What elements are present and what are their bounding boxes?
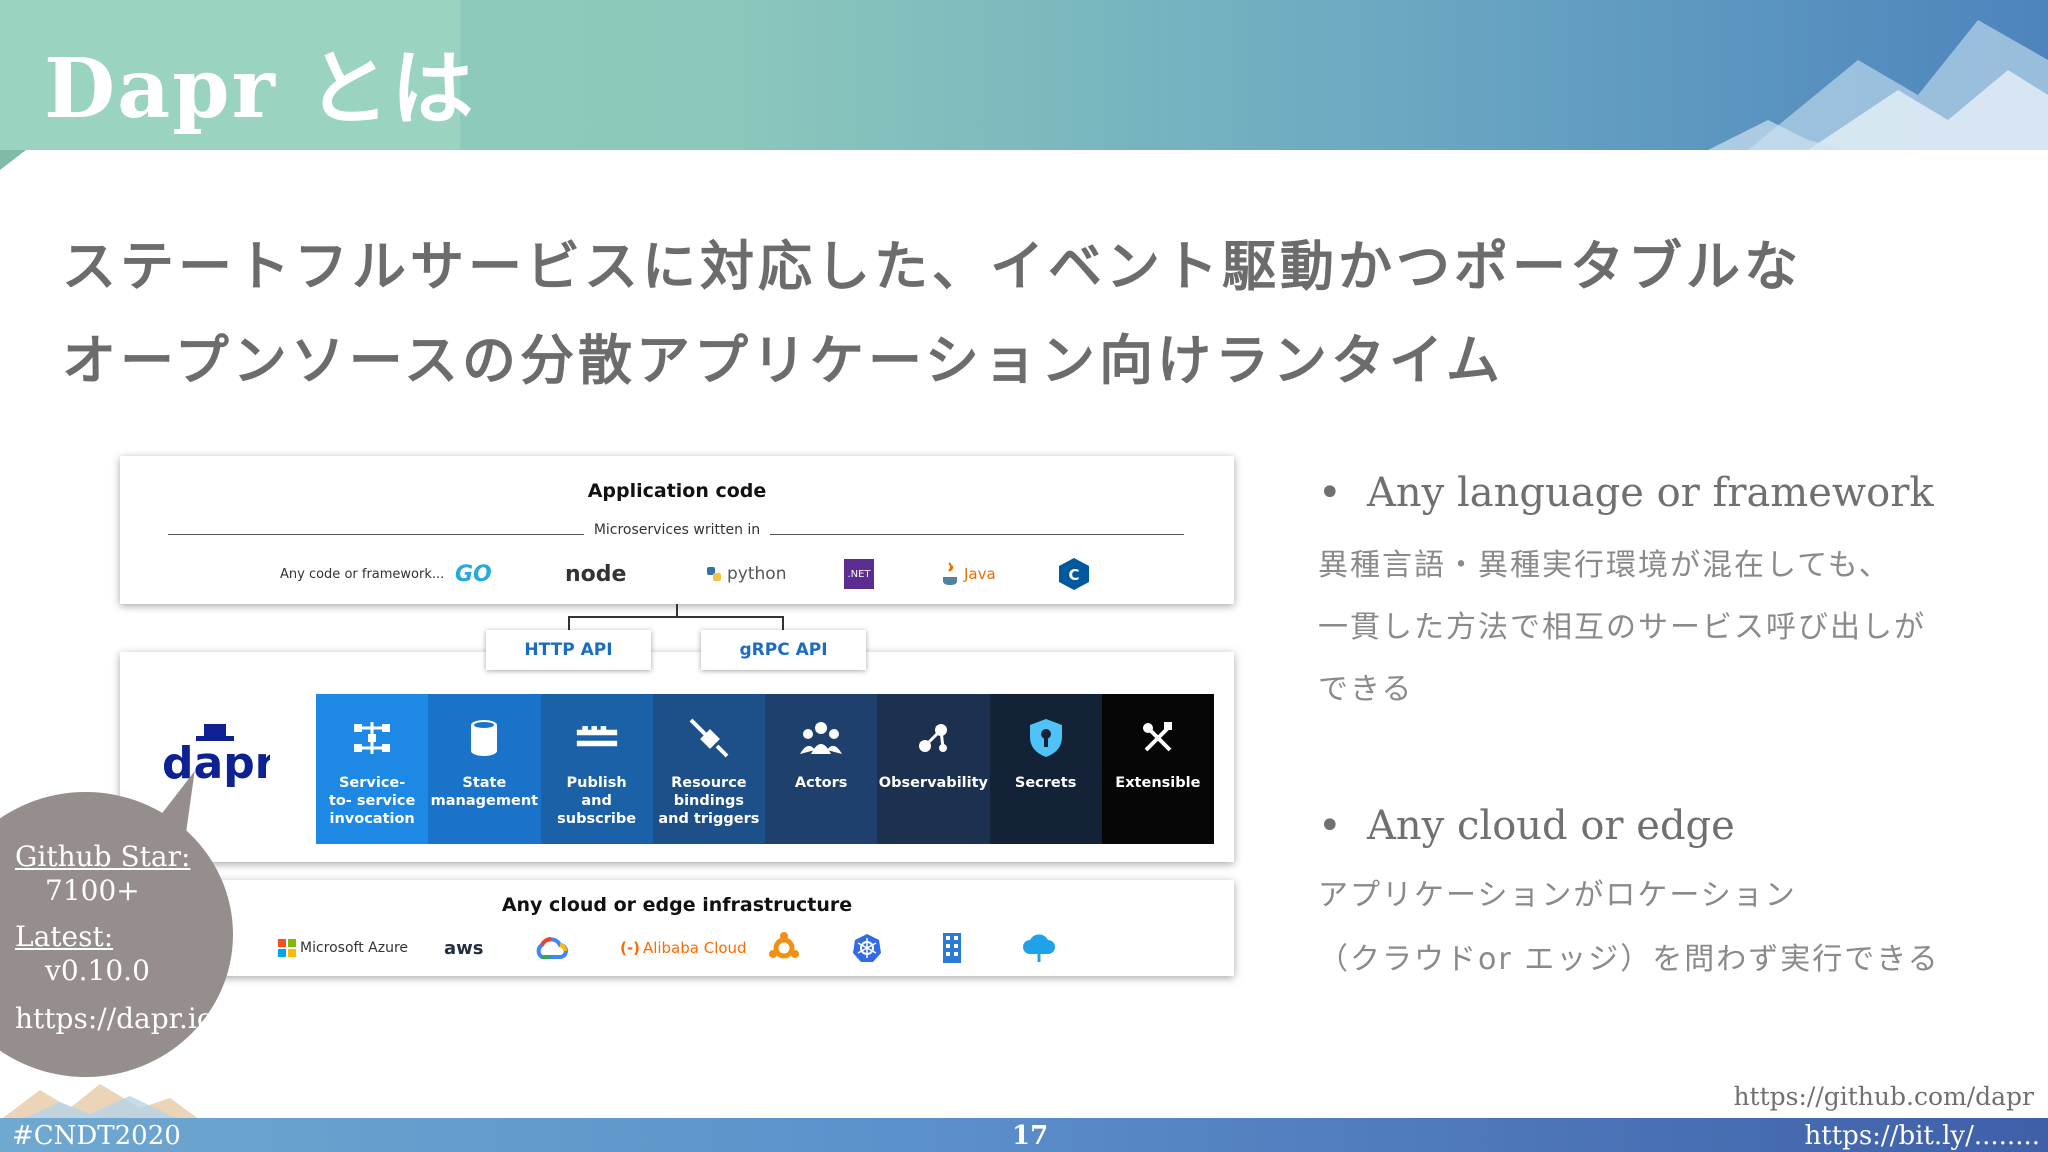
connector-bar [568, 616, 784, 618]
block-service-invocation: Service- to- service invocation [316, 694, 429, 844]
bottom-mountains-decoration [0, 1084, 200, 1120]
connector-stem [676, 604, 678, 616]
subtitle-line-1: ステートフルサービスに対応した、イベント駆動かつポータブルな [62, 235, 1802, 298]
kubernetes-icon [852, 930, 882, 966]
block-label: Service- to- service invocation [328, 775, 416, 827]
connector-right [782, 616, 784, 630]
application-code-title: Application code [587, 480, 767, 502]
hashtag: #CNDT2020 [12, 1121, 181, 1151]
building-blocks: Service- to- service invocation State ma… [316, 694, 1214, 844]
block-label: Resource bindings and triggers [658, 775, 760, 827]
block-state-management: State management [428, 694, 541, 844]
bullet-1-line-2: 一貫した方法で相互のサービス呼び出しが [1318, 610, 1926, 645]
dapr-url[interactable]: https://dapr.io/ [15, 1002, 223, 1035]
microservices-label: Microservices written in [120, 522, 1234, 538]
python-logo: python [705, 556, 786, 592]
block-label: Extensible [1115, 775, 1201, 791]
shield-icon [1024, 716, 1068, 760]
slide-title: Dapr とは [44, 41, 476, 137]
aws-logo: aws [444, 937, 484, 959]
building-icon [942, 930, 962, 966]
cpp-icon: C [1059, 558, 1089, 590]
short-url[interactable]: https://bit.ly/........ [1805, 1121, 2040, 1151]
java-logo: Java [940, 556, 996, 592]
language-logos: Any code or framework... GO node python … [120, 556, 1234, 592]
any-code-label: Any code or framework... [280, 566, 445, 582]
helm-icon [768, 930, 800, 966]
bullet-2-line-1: アプリケーションがロケーション [1318, 878, 1797, 913]
block-label: Publish and subscribe [557, 775, 637, 827]
go-logo: GO [455, 561, 492, 587]
connector-left [568, 616, 570, 630]
block-observability: Observability [877, 694, 990, 844]
block-extensible: Extensible [1101, 694, 1214, 844]
latest-version: v0.10.0 [45, 954, 150, 987]
application-code-card: Application code Microservices written i… [120, 456, 1234, 604]
block-label: Actors [794, 775, 848, 791]
people-icon [799, 716, 843, 760]
observability-icon [911, 716, 955, 760]
block-publish-subscribe: Publish and subscribe [540, 694, 653, 844]
google-cloud-icon [534, 930, 568, 966]
database-icon [462, 716, 506, 760]
microsoft-icon [278, 939, 296, 957]
github-star-value: 7100+ [45, 874, 140, 907]
block-resource-bindings: Resource bindings and triggers [652, 694, 765, 844]
bullet-title-2: • Any cloud or edge [1318, 803, 1735, 849]
tools-icon [1136, 716, 1180, 760]
dotnet-logo: .NET [844, 559, 874, 589]
java-cup-icon [943, 562, 957, 585]
mountains-decoration [1708, 20, 2048, 150]
pubsub-icon [575, 716, 619, 760]
latest-label: Latest: [15, 920, 114, 953]
bullet-1-line-1: 異種言語・異種実行環境が混在しても、 [1318, 548, 1891, 583]
infrastructure-card: Any cloud or edge infrastructure Microso… [120, 880, 1234, 976]
bullet-title-1: • Any language or framework [1318, 470, 1934, 516]
python-icon [707, 567, 721, 581]
block-label: Observability [878, 775, 988, 791]
plug-icon [687, 716, 731, 760]
microsoft-azure-logo: Microsoft Azure [278, 930, 408, 966]
cloud-upload-icon [1022, 930, 1056, 966]
bullet-2-line-2: （クラウドor エッジ）を問わず実行できる [1318, 942, 1940, 977]
page-number: 17 [1012, 1121, 1049, 1151]
block-actors: Actors [765, 694, 878, 844]
grpc-api-box: gRPC API [701, 630, 866, 670]
block-secrets: Secrets [989, 694, 1102, 844]
svg-text:C: C [1068, 566, 1079, 584]
block-label: State management [430, 775, 539, 809]
bullet-1-line-3: できる [1318, 672, 1414, 707]
alibaba-cloud-logo: (-) Alibaba Cloud [620, 939, 747, 957]
cpp-logo: C [1058, 556, 1090, 592]
subtitle-line-2: オープンソースの分散アプリケーション向けランタイム [62, 329, 1504, 392]
http-api-box: HTTP API [486, 630, 651, 670]
infrastructure-title: Any cloud or edge infrastructure [501, 894, 853, 916]
node-logo: node [565, 561, 627, 587]
github-star-label: Github Star: [15, 840, 191, 873]
github-url[interactable]: https://github.com/dapr [1733, 1082, 2034, 1111]
block-label: Secrets [1014, 775, 1077, 791]
service-invocation-icon [350, 716, 394, 760]
title-tab-notch [0, 150, 26, 170]
